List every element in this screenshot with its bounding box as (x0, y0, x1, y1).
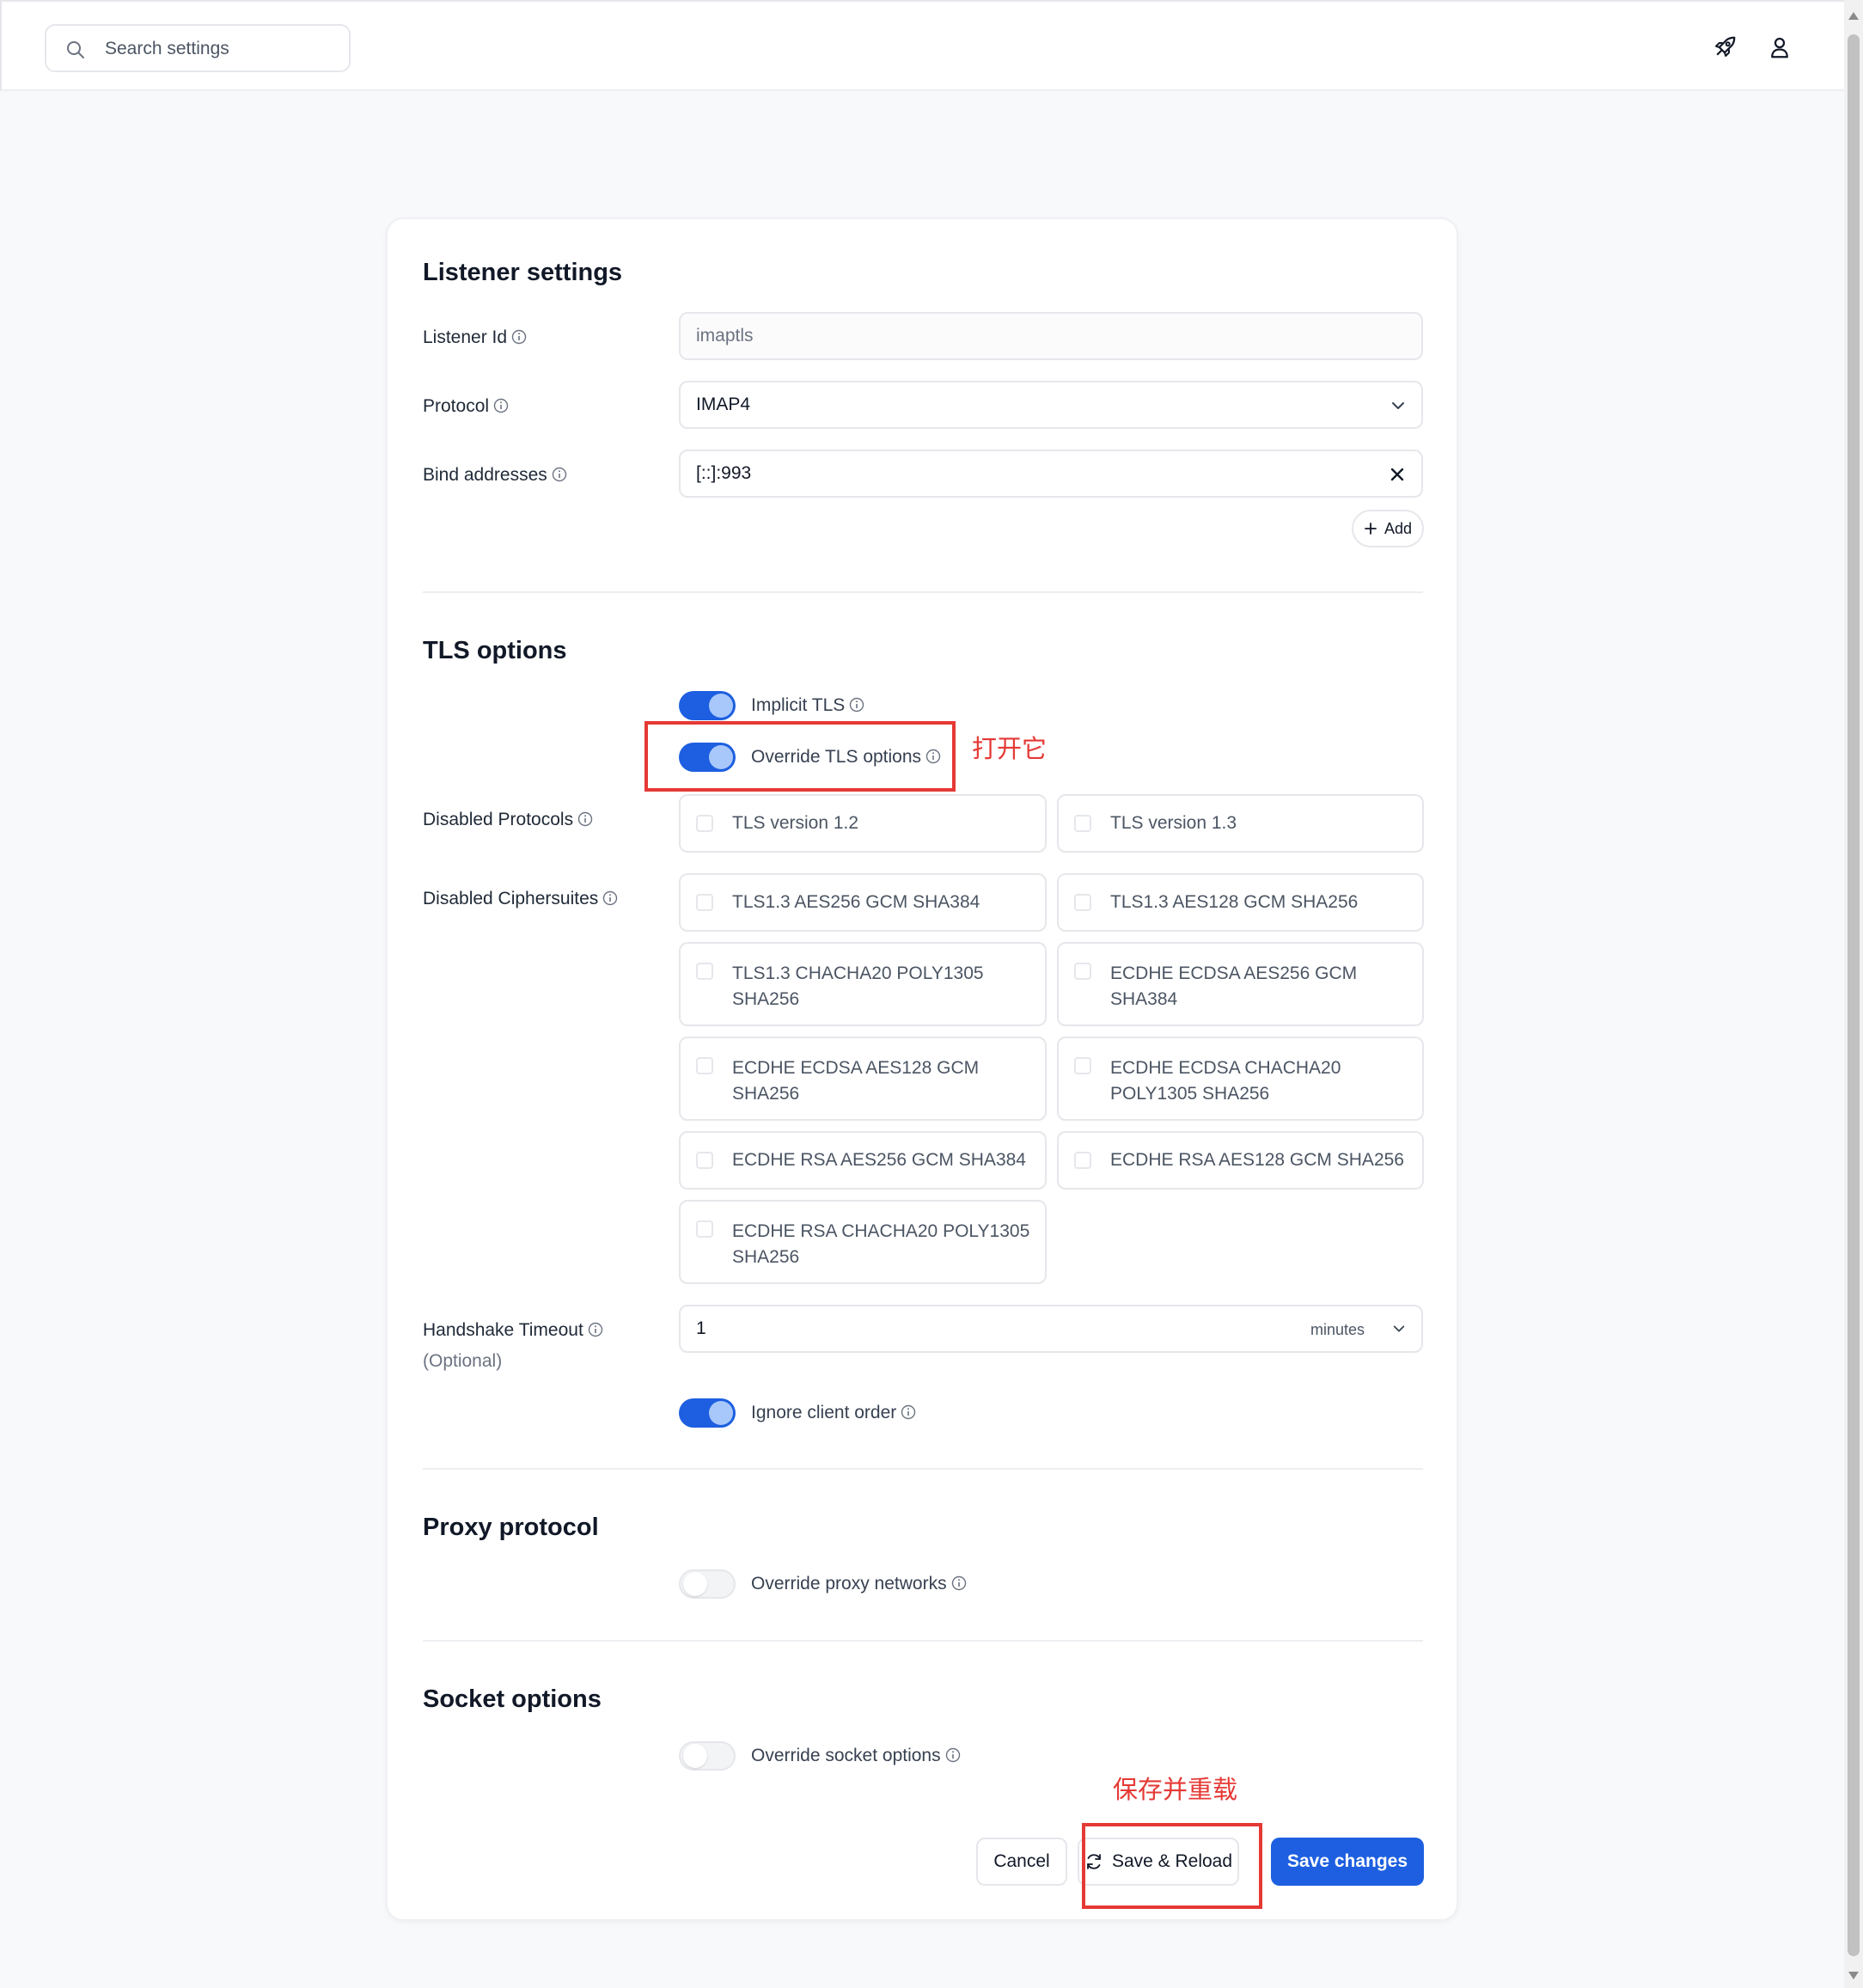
cipher-checkbox[interactable]: ECDHE ECDSA CHACHA20 POLY1305 SHA256 (1057, 1037, 1424, 1121)
info-icon[interactable] (849, 697, 864, 713)
search-icon (67, 41, 84, 58)
implicit-tls-toggle[interactable] (679, 691, 736, 720)
info-icon[interactable] (951, 1575, 967, 1591)
annotation-box-override-tls (644, 721, 956, 792)
override-proxy-label: Override proxy networks (751, 1574, 967, 1594)
cipher-checkbox[interactable]: TLS1.3 AES128 GCM SHA256 (1057, 873, 1424, 932)
info-icon[interactable] (945, 1747, 961, 1763)
checkbox-label: ECDHE ECDSA CHACHA20 POLY1305 SHA256 (1110, 1058, 1341, 1104)
search-input[interactable] (103, 33, 339, 65)
info-icon[interactable] (493, 398, 509, 413)
plus-icon (1365, 523, 1377, 535)
section-divider (423, 1640, 1423, 1642)
disabled-protocols-label: Disabled Protocols (423, 810, 593, 830)
info-icon[interactable] (552, 467, 567, 482)
checkbox[interactable] (696, 1152, 713, 1169)
checkbox-label: TLS version 1.3 (1110, 813, 1237, 833)
handshake-timeout-value: 1 (696, 1318, 706, 1338)
section-divider (423, 591, 1423, 593)
override-proxy-toggle[interactable] (679, 1569, 736, 1599)
add-address-button[interactable]: Add (1352, 510, 1424, 547)
protocol-checkbox-tls12[interactable]: TLS version 1.2 (679, 794, 1047, 853)
info-icon[interactable] (588, 1322, 603, 1337)
bind-address-input[interactable]: [::]:993 (679, 450, 1423, 498)
handshake-timeout-input[interactable]: 1 minutes (679, 1305, 1423, 1353)
override-socket-toggle[interactable] (679, 1741, 736, 1771)
annotation-save-reload: 保存并重载 (1113, 1775, 1238, 1804)
checkbox-label: ECDHE ECDSA AES256 GCM SHA384 (1110, 963, 1358, 1009)
protocol-checkbox-tls13[interactable]: TLS version 1.3 (1057, 794, 1424, 853)
listener-settings-card: Listener settings Listener Id imaptls Pr… (386, 217, 1458, 1921)
protocol-select[interactable]: IMAP4 (679, 381, 1423, 429)
socket-options-title: Socket options (423, 1685, 602, 1713)
cipher-checkbox[interactable]: TLS1.3 CHACHA20 POLY1305 SHA256 (679, 942, 1047, 1026)
save-changes-button[interactable]: Save changes (1271, 1838, 1424, 1886)
user-icon[interactable] (1767, 34, 1793, 60)
checkbox[interactable] (1074, 815, 1091, 832)
section-divider (423, 1468, 1423, 1470)
override-socket-label: Override socket options (751, 1746, 961, 1766)
scroll-up-arrow-icon[interactable] (1848, 12, 1859, 20)
add-label: Add (1384, 519, 1413, 537)
tls-options-title: TLS options (423, 637, 567, 664)
checkbox[interactable] (1074, 963, 1091, 980)
disabled-ciphersuites-label: Disabled Ciphersuites (423, 889, 618, 909)
annotation-box-save-reload (1082, 1823, 1262, 1909)
handshake-timeout-label: Handshake Timeout (423, 1320, 603, 1341)
cancel-label: Cancel (993, 1851, 1050, 1871)
info-icon[interactable] (602, 890, 618, 906)
cipher-checkbox[interactable]: ECDHE ECDSA AES128 GCM SHA256 (679, 1037, 1047, 1121)
scroll-thumb[interactable] (1848, 34, 1860, 1956)
bind-address-value: [::]:993 (696, 463, 752, 483)
listener-id-field[interactable]: imaptls (679, 312, 1423, 360)
protocol-label: Protocol (423, 396, 509, 417)
protocol-value: IMAP4 (696, 395, 751, 414)
rocket-icon[interactable] (1712, 34, 1738, 60)
proxy-protocol-title: Proxy protocol (423, 1514, 599, 1541)
annotation-turn-on: 打开它 (972, 734, 1048, 763)
checkbox-label: TLS1.3 AES256 GCM SHA384 (732, 892, 980, 912)
bind-addresses-label: Bind addresses (423, 465, 567, 486)
checkbox-label: TLS version 1.2 (732, 813, 859, 833)
ignore-client-order-toggle[interactable] (679, 1398, 736, 1428)
chevron-down-icon[interactable] (1392, 1322, 1406, 1336)
ignore-client-order-label: Ignore client order (751, 1403, 916, 1423)
checkbox[interactable] (1074, 1152, 1091, 1169)
checkbox-label: TLS1.3 CHACHA20 POLY1305 SHA256 (732, 963, 984, 1009)
checkbox-label: TLS1.3 AES128 GCM SHA256 (1110, 892, 1359, 912)
listener-settings-title: Listener settings (423, 259, 623, 286)
save-changes-label: Save changes (1286, 1851, 1408, 1871)
cipher-checkbox[interactable]: ECDHE RSA CHACHA20 POLY1305 SHA256 (679, 1200, 1047, 1284)
checkbox[interactable] (1074, 1057, 1091, 1074)
cipher-checkbox[interactable]: ECDHE RSA AES256 GCM SHA384 (679, 1131, 1047, 1190)
close-icon[interactable] (1389, 466, 1406, 483)
cipher-checkbox[interactable]: TLS1.3 AES256 GCM SHA384 (679, 873, 1047, 932)
cancel-button[interactable]: Cancel (976, 1838, 1067, 1886)
checkbox[interactable] (1074, 894, 1091, 911)
chevron-down-icon (1392, 402, 1404, 409)
checkbox-label: ECDHE RSA CHACHA20 POLY1305 SHA256 (732, 1221, 1030, 1267)
checkbox[interactable] (696, 894, 713, 911)
listener-id-label: Listener Id (423, 327, 527, 348)
listener-id-value: imaptls (696, 326, 754, 346)
checkbox[interactable] (696, 1220, 713, 1238)
checkbox[interactable] (696, 1057, 713, 1074)
page-scrollbar[interactable] (1844, 0, 1863, 1988)
info-icon[interactable] (901, 1404, 916, 1420)
checkbox[interactable] (696, 963, 713, 980)
checkbox-label: ECDHE RSA AES128 GCM SHA256 (1110, 1150, 1404, 1170)
implicit-tls-label: Implicit TLS (751, 695, 864, 716)
handshake-optional-hint: (Optional) (423, 1351, 503, 1371)
checkbox[interactable] (696, 815, 713, 832)
info-icon[interactable] (511, 329, 527, 345)
checkbox-label: ECDHE ECDSA AES128 GCM SHA256 (732, 1058, 980, 1104)
info-icon[interactable] (577, 811, 593, 827)
scroll-down-arrow-icon[interactable] (1848, 1972, 1859, 1979)
timeout-unit-select[interactable]: minutes (1310, 1321, 1365, 1339)
checkbox-label: ECDHE RSA AES256 GCM SHA384 (732, 1150, 1026, 1170)
search-box[interactable] (45, 24, 351, 72)
top-bar (0, 0, 1844, 91)
cipher-checkbox[interactable]: ECDHE ECDSA AES256 GCM SHA384 (1057, 942, 1424, 1026)
cipher-checkbox[interactable]: ECDHE RSA AES128 GCM SHA256 (1057, 1131, 1424, 1190)
